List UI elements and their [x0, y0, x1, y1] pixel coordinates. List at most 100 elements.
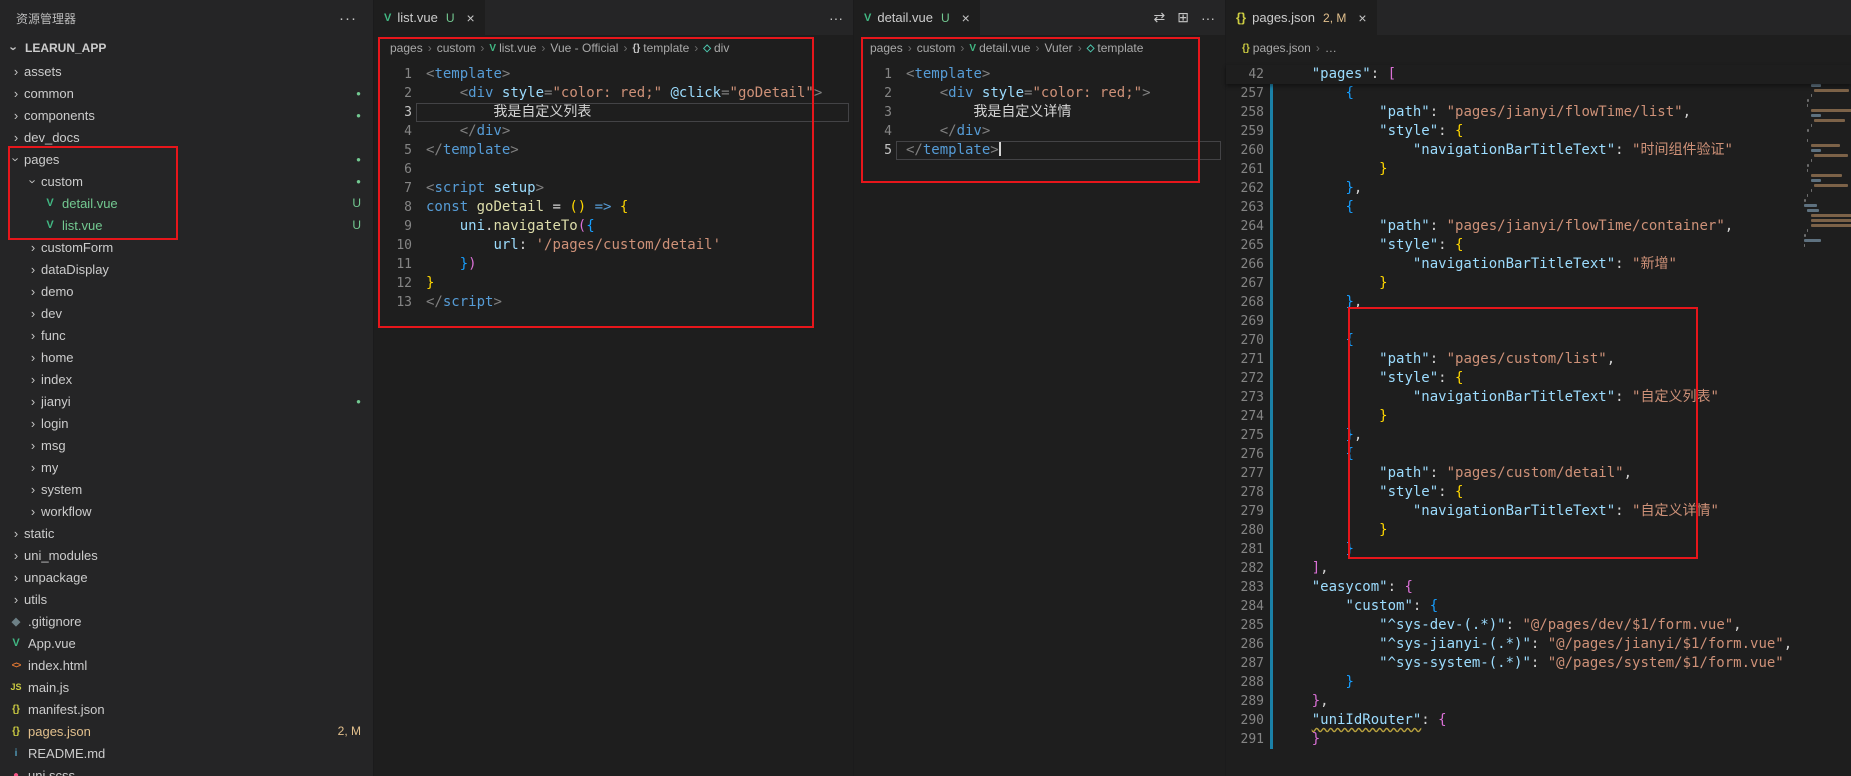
- code-line-13[interactable]: 13</script>: [374, 293, 853, 312]
- tree-item-customform[interactable]: ›customForm: [0, 236, 373, 258]
- code-line-259[interactable]: 259 "style": {: [1226, 122, 1851, 141]
- tree-item-assets[interactable]: ›assets: [0, 60, 373, 82]
- code-line-284[interactable]: 284 "custom": {: [1226, 597, 1851, 616]
- code-line-265[interactable]: 265 "style": {: [1226, 236, 1851, 255]
- code-line-42[interactable]: 42 "pages": [: [1226, 65, 1851, 84]
- tree-item-app-vue[interactable]: VApp.vue: [0, 632, 373, 654]
- breadcrumb-item-pages[interactable]: pages: [390, 41, 423, 55]
- code-line-257[interactable]: 257 {: [1226, 84, 1851, 103]
- code-line-280[interactable]: 280 }: [1226, 521, 1851, 540]
- breadcrumb-item-template[interactable]: {}template: [632, 41, 689, 55]
- tree-item-index-html[interactable]: <>index.html: [0, 654, 373, 676]
- tree-item-msg[interactable]: ›msg: [0, 434, 373, 456]
- code-line-279[interactable]: 279 "navigationBarTitleText": "自定义详情": [1226, 502, 1851, 521]
- code-line-283[interactable]: 283 "easycom": {: [1226, 578, 1851, 597]
- tree-item-datadisplay[interactable]: ›dataDisplay: [0, 258, 373, 280]
- code-line-262[interactable]: 262 },: [1226, 179, 1851, 198]
- code-line-3[interactable]: 3 我是自定义列表: [374, 103, 853, 122]
- code-line-258[interactable]: 258 "path": "pages/jianyi/flowTime/list"…: [1226, 103, 1851, 122]
- split-editor-icon[interactable]: ⊞: [1177, 9, 1189, 26]
- breadcrumb-item-div[interactable]: ◇div: [703, 41, 729, 55]
- tree-item-detail-vue[interactable]: Vdetail.vueU: [0, 192, 373, 214]
- tab-detail-vue[interactable]: Vdetail.vueU×: [854, 0, 981, 35]
- code-line-3[interactable]: 3 我是自定义详情: [854, 103, 1225, 122]
- code-line-271[interactable]: 271 "path": "pages/custom/list",: [1226, 350, 1851, 369]
- code-line-4[interactable]: 4 </div>: [854, 122, 1225, 141]
- breadcrumb-item-vue-official[interactable]: Vue - Official: [550, 41, 618, 55]
- tree-item-common[interactable]: ›common●: [0, 82, 373, 104]
- tree-item-unpackage[interactable]: ›unpackage: [0, 566, 373, 588]
- code-line-1[interactable]: 1<template>: [854, 65, 1225, 84]
- code-line-276[interactable]: 276 {: [1226, 445, 1851, 464]
- tree-item-home[interactable]: ›home: [0, 346, 373, 368]
- code-line-11[interactable]: 11 }): [374, 255, 853, 274]
- code-area[interactable]: 1<template>2 <div style="color: red;">3 …: [854, 65, 1225, 160]
- code-line-7[interactable]: 7<script setup>: [374, 179, 853, 198]
- tree-item-dev[interactable]: ›dev: [0, 302, 373, 324]
- code-line-264[interactable]: 264 "path": "pages/jianyi/flowTime/conta…: [1226, 217, 1851, 236]
- breadcrumb-item-custom[interactable]: custom: [437, 41, 476, 55]
- breadcrumb-item-custom[interactable]: custom: [917, 41, 956, 55]
- code-line-273[interactable]: 273 "navigationBarTitleText": "自定义列表": [1226, 388, 1851, 407]
- code-line-278[interactable]: 278 "style": {: [1226, 483, 1851, 502]
- tree-item-dev-docs[interactable]: ›dev_docs: [0, 126, 373, 148]
- code-line-5[interactable]: 5</template>: [374, 141, 853, 160]
- breadcrumb-item-pages[interactable]: pages: [870, 41, 903, 55]
- code-line-270[interactable]: 270 {: [1226, 331, 1851, 350]
- breadcrumb-item-item[interactable]: …: [1325, 41, 1337, 55]
- tree-item-jianyi[interactable]: ›jianyi●: [0, 390, 373, 412]
- tree-item-readme-md[interactable]: iREADME.md: [0, 742, 373, 764]
- tree-item-pages-json[interactable]: {}pages.json2, M: [0, 720, 373, 742]
- code-line-288[interactable]: 288 }: [1226, 673, 1851, 692]
- code-line-272[interactable]: 272 "style": {: [1226, 369, 1851, 388]
- code-line-285[interactable]: 285 "^sys-dev-(.*)": "@/pages/dev/$1/for…: [1226, 616, 1851, 635]
- code-line-268[interactable]: 268 },: [1226, 293, 1851, 312]
- tree-item-func[interactable]: ›func: [0, 324, 373, 346]
- tree-item-system[interactable]: ›system: [0, 478, 373, 500]
- tree-item-index[interactable]: ›index: [0, 368, 373, 390]
- code-line-291[interactable]: 291 }: [1226, 730, 1851, 749]
- code-line-275[interactable]: 275 },: [1226, 426, 1851, 445]
- code-line-4[interactable]: 4 </div>: [374, 122, 853, 141]
- tree-item-my[interactable]: ›my: [0, 456, 373, 478]
- code-line-267[interactable]: 267 }: [1226, 274, 1851, 293]
- tree-item-uni-scss[interactable]: ●uni.scss: [0, 764, 373, 776]
- code-line-5[interactable]: 5</template>: [854, 141, 1225, 160]
- breadcrumb-item-vuter[interactable]: Vuter: [1044, 41, 1072, 55]
- code-line-1[interactable]: 1<template>: [374, 65, 853, 84]
- tree-item-static[interactable]: ›static: [0, 522, 373, 544]
- breadcrumb-item-list-vue[interactable]: Vlist.vue: [489, 41, 536, 55]
- code-line-6[interactable]: 6: [374, 160, 853, 179]
- code-line-12[interactable]: 12}: [374, 274, 853, 293]
- tab-close-icon[interactable]: ×: [1358, 10, 1366, 26]
- explorer-more-actions-icon[interactable]: ···: [339, 10, 357, 27]
- tree-item-components[interactable]: ›components●: [0, 104, 373, 126]
- tree-item-list-vue[interactable]: Vlist.vueU: [0, 214, 373, 236]
- tree-item-uni-modules[interactable]: ›uni_modules: [0, 544, 373, 566]
- code-line-281[interactable]: 281 }: [1226, 540, 1851, 559]
- tab-close-icon[interactable]: ×: [466, 10, 474, 26]
- code-line-286[interactable]: 286 "^sys-jianyi-(.*)": "@/pages/jianyi/…: [1226, 635, 1851, 654]
- code-line-2[interactable]: 2 <div style="color: red;" @click="goDet…: [374, 84, 853, 103]
- tree-item-workflow[interactable]: ›workflow: [0, 500, 373, 522]
- code-line-282[interactable]: 282 ],: [1226, 559, 1851, 578]
- tree-item-pages[interactable]: ›pages●: [0, 148, 373, 170]
- code-line-287[interactable]: 287 "^sys-system-(.*)": "@/pages/system/…: [1226, 654, 1851, 673]
- tab-pages-json[interactable]: {}pages.json2, M×: [1226, 0, 1378, 35]
- code-line-263[interactable]: 263 {: [1226, 198, 1851, 217]
- code-line-9[interactable]: 9 uni.navigateTo({: [374, 217, 853, 236]
- tree-item-gitignore[interactable]: ◆.gitignore: [0, 610, 373, 632]
- code-line-269[interactable]: 269: [1226, 312, 1851, 331]
- code-line-277[interactable]: 277 "path": "pages/custom/detail",: [1226, 464, 1851, 483]
- code-line-2[interactable]: 2 <div style="color: red;">: [854, 84, 1225, 103]
- code-line-260[interactable]: 260 "navigationBarTitleText": "时间组件验证": [1226, 141, 1851, 160]
- code-area[interactable]: 1<template>2 <div style="color: red;" @c…: [374, 65, 853, 312]
- tree-item-main-js[interactable]: JSmain.js: [0, 676, 373, 698]
- breadcrumb-item-template[interactable]: ◇template: [1087, 41, 1144, 55]
- compare-changes-icon[interactable]: ⇄: [1154, 9, 1166, 26]
- breadcrumb-item-pages-json[interactable]: {}pages.json: [1242, 41, 1311, 55]
- breadcrumb-item-detail-vue[interactable]: Vdetail.vue: [969, 41, 1030, 55]
- code-line-8[interactable]: 8const goDetail = () => {: [374, 198, 853, 217]
- tree-item-login[interactable]: ›login: [0, 412, 373, 434]
- tab-close-icon[interactable]: ×: [962, 10, 970, 26]
